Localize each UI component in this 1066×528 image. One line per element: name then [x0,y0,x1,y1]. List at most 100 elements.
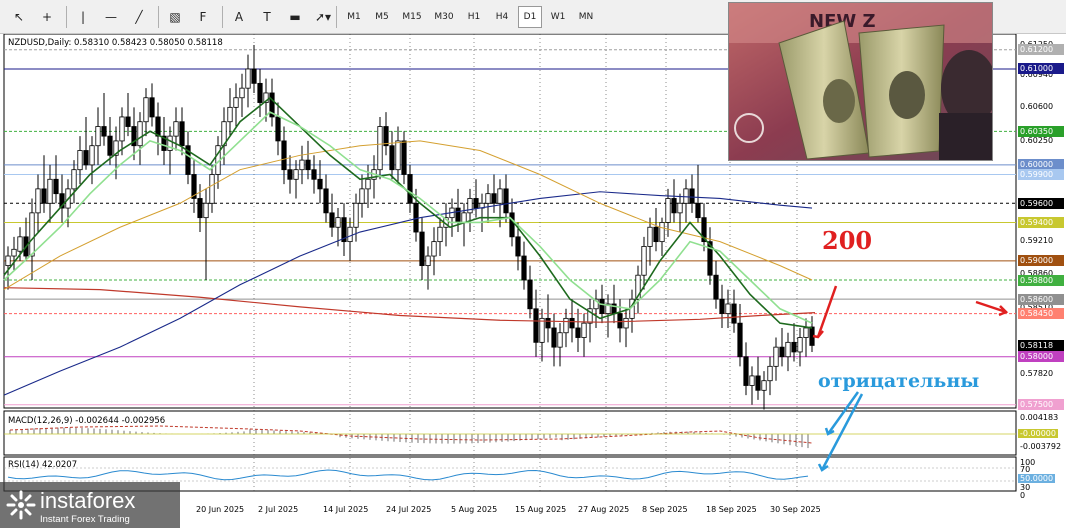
candle-body [515,236,521,257]
price-axis-tick: 0.60600 [1020,102,1054,112]
cursor-tool-icon: ↖ [13,10,25,24]
candle-body [623,317,629,329]
cursor-tool-button[interactable]: ↖ [8,6,30,28]
date-axis-label: 18 Sep 2025 [706,505,757,514]
vertical-line-tool-button[interactable]: | [72,6,94,28]
candle-body [503,188,509,214]
candle-body [29,212,35,257]
timeframe-m5-button[interactable]: M5 [370,6,394,28]
candle-body [47,178,53,204]
date-axis-label: 15 Aug 2025 [515,505,567,514]
candle-body [779,346,785,358]
candle-body [425,255,431,267]
channel-tool-button[interactable]: ▧ [164,6,186,28]
timeframe-d1-button[interactable]: D1 [518,6,542,28]
negative-annotation: отрицательны [818,370,980,392]
candle-body [227,106,233,123]
logo-brand: instaforex [40,488,136,513]
candle-body [599,298,605,314]
timeframe-mn-button[interactable]: MN [574,6,598,28]
candle-body [467,198,473,214]
candle-body [89,145,95,166]
candle-body [689,188,695,204]
date-axis-label: 20 Jun 2025 [196,505,245,514]
candle-body [197,198,203,219]
instaforex-emblem-icon [6,490,36,520]
ma-200-annotation: 200 [822,226,873,255]
horizontal-line-tool-icon: — [105,10,117,24]
candle-body [509,212,515,238]
horizontal-line-tool-button[interactable]: — [100,6,122,28]
candle-body [107,135,113,156]
toolbar-separator [222,6,223,28]
timeframe-m15-button[interactable]: M15 [398,6,426,28]
toolbar-separator [66,6,67,28]
logo-tagline: Instant Forex Trading [40,514,130,525]
candle-body [245,68,251,89]
rectangle-tool-button[interactable]: ▬ [284,6,306,28]
text-tool-button[interactable]: A [228,6,250,28]
candle-body [491,193,497,204]
price-level-label: 0.59900 [1018,168,1064,180]
rsi-axis-tick: 0 [1020,491,1026,500]
candle-body [683,188,689,204]
candle-body [407,174,413,204]
crosshair-tool-button[interactable]: + [36,6,58,28]
text-tool-icon: A [234,10,244,24]
price-level-label: 0.61000 [1018,63,1064,75]
date-axis-label: 2 Jul 2025 [258,505,299,514]
candle-body [803,327,809,338]
rsi-axis-tick: 70 [1020,465,1031,474]
candle-body [767,365,773,382]
candle-body [575,327,581,338]
candle-body [725,303,731,314]
banknote-photo: NEW Z [728,2,993,161]
candle-body [401,140,407,175]
candle-body [539,317,545,343]
date-axis-label: 14 Jul 2025 [323,505,369,514]
candle-body [125,116,131,127]
candle-body [485,193,491,204]
candle-body [743,356,749,386]
candle-body [305,159,311,171]
candle-body [53,178,59,195]
candle-body [251,68,257,84]
date-axis-label: 27 Aug 2025 [578,505,630,514]
candle-body [257,82,263,103]
candle-body [551,327,557,348]
timeframe-w1-button[interactable]: W1 [546,6,570,28]
text-label-tool-button[interactable]: T [256,6,278,28]
timeframe-h4-button[interactable]: H4 [490,6,514,28]
timeframe-m1-button[interactable]: M1 [342,6,366,28]
banknote-image: NEW Z [729,3,992,160]
channel-tool-icon: ▧ [169,10,181,24]
price-axis-tick: 0.60250 [1020,135,1054,145]
candle-body [17,236,23,252]
candle-body [239,87,245,99]
candle-body [317,178,323,190]
trendline-tool-button[interactable]: ╱ [128,6,150,28]
price-level-label: 0.58600 [1018,293,1064,305]
timeframe-m30-button[interactable]: M30 [430,6,458,28]
fibonacci-tool-button[interactable]: F [192,6,214,28]
candle-body [431,241,437,257]
candle-body [365,178,371,190]
price-axis-tick: 0.57820 [1020,369,1054,378]
candle-body [137,121,143,147]
candle-body [383,126,389,147]
candle-body [311,169,317,180]
price-level-label: 0.61200 [1018,44,1064,56]
candle-body [647,226,653,247]
price-level-label: 0.58000 [1018,351,1064,363]
candle-body [119,116,125,142]
candle-body [347,226,353,243]
price-level-label: 0.59000 [1018,255,1064,267]
rectangle-tool-icon: ▬ [289,10,301,24]
candle-body [203,202,209,219]
candle-body [641,246,647,276]
candle-body [791,341,797,353]
arrows-tool-button[interactable]: ➚▾ [312,6,334,28]
timeframe-h1-button[interactable]: H1 [462,6,486,28]
macd-axis-tick: 0.004183 [1020,413,1059,422]
price-level-label: 0.58450 [1018,308,1064,320]
